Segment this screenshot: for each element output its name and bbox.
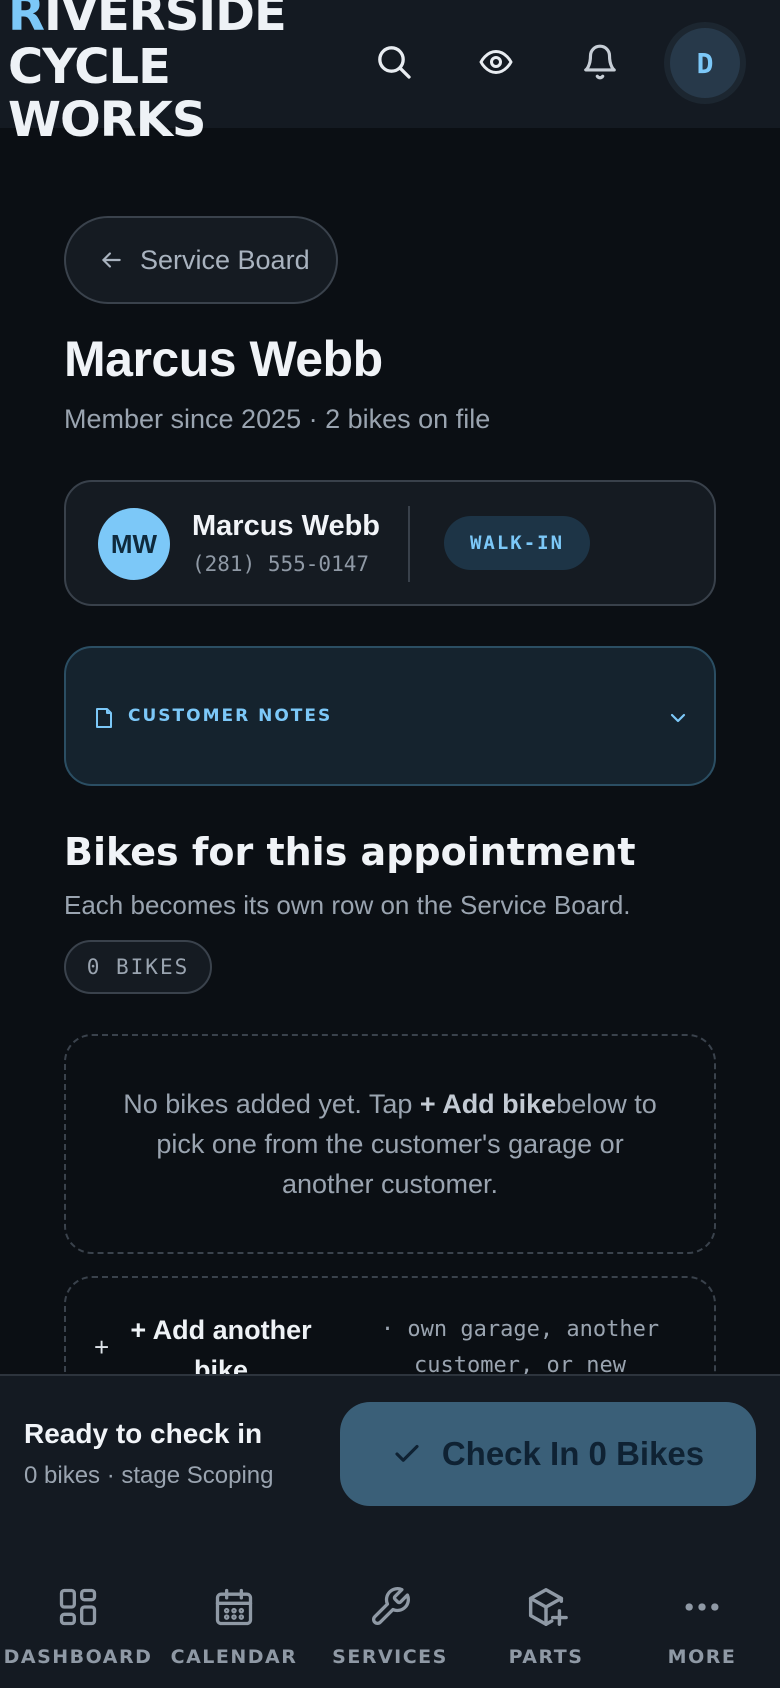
nav-item-dashboard[interactable]: DASHBOARD [0,1560,156,1688]
add-bike-hint: + Add bike [419,1089,557,1119]
nav-item-parts[interactable]: PARTS [468,1560,624,1688]
check-in-button-label: Check In 0 Bikes [441,1435,705,1472]
wrench-icon [368,1582,412,1632]
customer-card[interactable]: MW Marcus Webb (281) 555-0147 WALK-IN [64,480,716,606]
eye-icon[interactable] [468,34,524,90]
card-divider [408,506,410,582]
parts-box-icon [523,1582,569,1632]
plus-icon: + [94,1332,110,1362]
bell-icon[interactable] [572,34,628,90]
customer-notes-toggle[interactable]: CUSTOMER NOTES [64,646,716,786]
customer-notes-label: CUSTOMER NOTES [128,706,333,726]
bottom-navigation: DASHBOARD CALENDAR SERVICES PARTS MORE [0,1560,780,1688]
check-in-summary: 0 bikes · stage Scoping [24,1462,274,1489]
bikes-section-title: Bikes for this appointment [64,830,636,874]
calendar-icon [212,1582,256,1632]
search-icon[interactable] [366,34,422,90]
check-in-bar: Ready to check in 0 bikes · stage Scopin… [0,1374,780,1560]
customer-name: Marcus Webb [192,510,381,542]
check-in-button[interactable]: Check In 0 Bikes [340,1402,756,1506]
ready-to-check-in-title: Ready to check in [24,1418,263,1449]
nav-item-more[interactable]: MORE [624,1560,780,1688]
user-avatar[interactable]: D [664,22,746,104]
bikes-section-subtitle: Each becomes its own row on the Service … [64,890,631,920]
chevron-down-icon [670,713,686,723]
bike-count-badge: 0 BIKES [64,940,212,994]
dashboard-icon [56,1582,100,1632]
customer-phone[interactable]: (281) 555-0147 [192,552,369,576]
nav-item-services[interactable]: SERVICES [312,1560,468,1688]
page-title: Marcus Webb [64,331,383,387]
brand-logo[interactable]: RIVERSIDE CYCLE WORKS [8,0,287,147]
back-button-label: Service Board [140,244,310,275]
note-icon [96,708,112,728]
empty-bikes-message: No bikes added yet. Tap + Add bikebelow … [64,1034,716,1254]
back-to-service-board-button[interactable]: Service Board [64,216,338,304]
page-subtitle: Member since 2025 · 2 bikes on file [64,404,491,434]
top-app-bar: RIVERSIDE CYCLE WORKS D [0,0,780,147]
more-dots-icon [680,1582,724,1632]
user-avatar-initial: D [670,28,740,98]
arrow-left-icon [102,252,121,268]
walk-in-badge: WALK-IN [444,516,590,570]
nav-item-calendar[interactable]: CALENDAR [156,1560,312,1688]
customer-avatar: MW [98,508,170,580]
check-icon [395,1444,419,1462]
